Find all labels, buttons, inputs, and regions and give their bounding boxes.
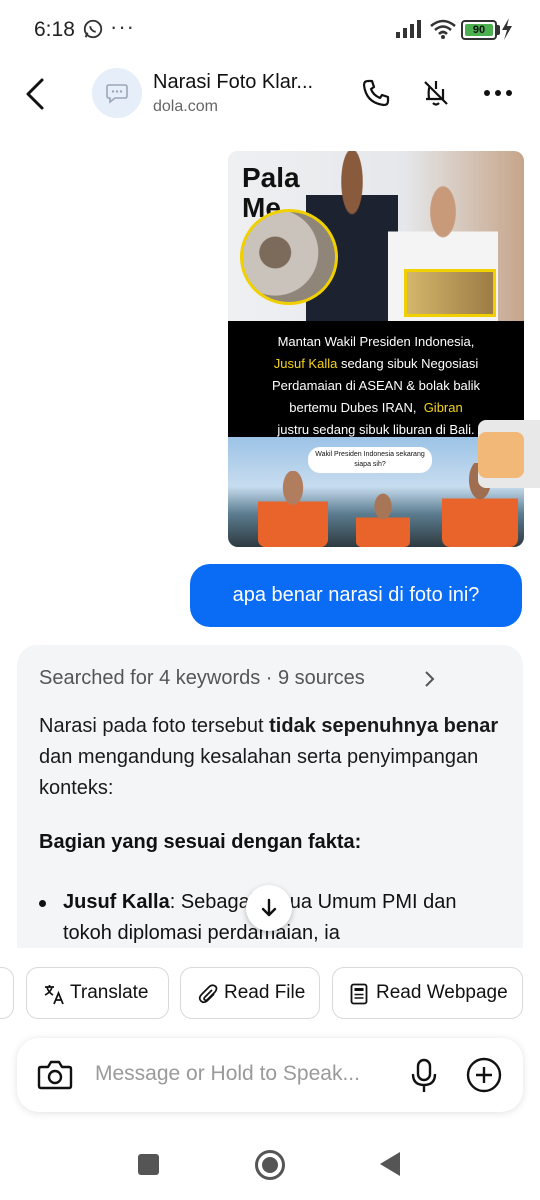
caption-text: bertemu Dubes IRAN, — [289, 400, 417, 415]
chat-header: Narasi Foto Klar... dola.com — [0, 60, 540, 130]
more-dots-icon: ··· — [110, 14, 135, 39]
scroll-down-button[interactable] — [246, 885, 292, 931]
paperclip-icon — [198, 984, 218, 1004]
whatsapp-icon — [83, 19, 103, 39]
read-file-label: Read File — [224, 982, 306, 1003]
page-subtitle: dola.com — [153, 98, 218, 115]
floating-side-handle-icon — [478, 432, 524, 478]
image-message[interactable]: Pala Me Mantan Wakil Presiden Indonesia, … — [228, 151, 524, 547]
wifi-icon — [430, 19, 456, 39]
page-title: Narasi Foto Klar... — [153, 71, 314, 93]
caption-line: Perdamaian di ASEAN & bolak balik — [271, 378, 481, 393]
battery-level: 90 — [465, 24, 493, 36]
image-header-word-line: Pala — [242, 162, 300, 193]
message-input-bar: Message or Hold to Speak... — [17, 1038, 523, 1112]
system-back-button[interactable] — [380, 1152, 400, 1176]
status-time: 6:18 — [34, 18, 75, 41]
caption-line: Mantan Wakil Presiden Indonesia, — [277, 334, 475, 349]
quick-action-partial[interactable] — [0, 967, 14, 1019]
answer-text: dan mengandung kesalahan serta penyimpan… — [39, 746, 479, 799]
answer-text: Narasi pada foto tersebut — [39, 715, 270, 737]
webpage-icon — [350, 983, 368, 1005]
caption-line: bertemu Dubes IRAN, Gibran — [234, 397, 518, 419]
microphone-icon[interactable] — [409, 1058, 439, 1094]
caption-highlight: Jusuf Kalla — [273, 356, 338, 371]
read-file-button[interactable]: Read File — [180, 967, 320, 1019]
translate-label: Translate — [70, 982, 149, 1003]
battery-tip — [497, 25, 500, 35]
recent-apps-button[interactable] — [138, 1154, 159, 1175]
image-caption: Mantan Wakil Presiden Indonesia, Jusuf K… — [228, 321, 524, 437]
signal-icon — [396, 20, 421, 38]
answer-bold-text: tidak sepenuhnya benar — [269, 715, 499, 737]
back-icon[interactable] — [20, 74, 54, 114]
status-bar: 6:18 ··· 90 — [0, 0, 540, 60]
circle-inset-photo — [240, 209, 338, 305]
bullet-bold: Jusuf Kalla — [63, 891, 170, 913]
arrow-down-icon — [261, 898, 277, 917]
bullet-dot — [39, 900, 46, 907]
answer-heading: Bagian yang sesuai dengan fakta: — [39, 831, 362, 853]
read-webpage-label: Read Webpage — [376, 982, 508, 1003]
answer-paragraph: Narasi pada foto tersebut tidak sepenuhn… — [39, 711, 509, 804]
chat-bubble-icon — [106, 84, 128, 104]
message-input[interactable]: Message or Hold to Speak... — [95, 1062, 360, 1086]
image-speech-bubble: Wakil Presiden Indonesia sekarang siapa … — [308, 447, 432, 473]
avatar[interactable] — [92, 68, 142, 118]
battery-icon: 90 — [461, 20, 497, 40]
caption-text: sedang sibuk Negosiasi — [337, 356, 479, 371]
more-icon[interactable] — [482, 81, 514, 105]
sources-link[interactable]: Searched for 4 keywords · 9 sources — [39, 667, 365, 690]
photo-person — [356, 493, 410, 547]
rect-inset-photo — [404, 269, 496, 317]
home-button-dot — [262, 1157, 278, 1173]
phone-icon[interactable] — [360, 77, 392, 109]
caption-line: Jusuf Kalla sedang sibuk Negosiasi — [234, 353, 518, 375]
translate-button[interactable]: Translate — [26, 967, 169, 1019]
chevron-right-icon[interactable] — [423, 669, 437, 689]
add-icon[interactable] — [465, 1056, 503, 1094]
caption-highlight: Gibran — [423, 400, 463, 415]
charging-icon — [502, 18, 512, 40]
user-message-bubble[interactable]: apa benar narasi di foto ini? — [190, 564, 522, 627]
photo-person — [258, 471, 328, 547]
translate-icon — [44, 985, 64, 1005]
camera-icon[interactable] — [37, 1058, 73, 1092]
image-photo-top: Pala Me — [228, 151, 524, 321]
mute-icon[interactable] — [420, 77, 452, 109]
read-webpage-button[interactable]: Read Webpage — [332, 967, 523, 1019]
